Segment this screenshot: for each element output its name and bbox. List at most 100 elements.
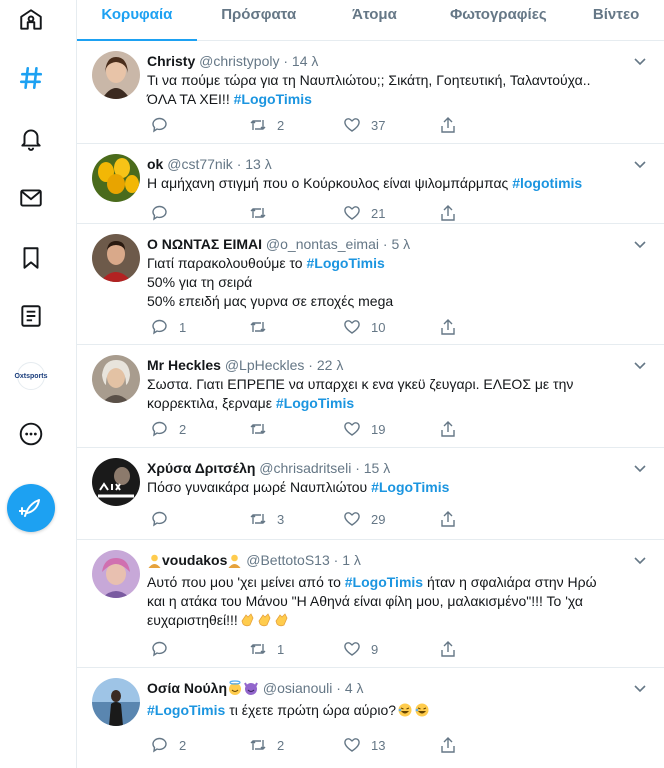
reply-button[interactable]: [151, 116, 179, 134]
chevron-down-icon[interactable]: [632, 156, 648, 172]
share-button[interactable]: [439, 736, 457, 754]
reply-button[interactable]: [151, 204, 179, 222]
avatar[interactable]: [92, 678, 140, 726]
tweet-time[interactable]: 13 λ: [245, 156, 271, 172]
tab-photos[interactable]: Φωτογραφίες: [428, 0, 568, 40]
share-button[interactable]: [439, 318, 457, 336]
avatar[interactable]: [92, 355, 140, 403]
tab-people[interactable]: Άτομα: [321, 0, 429, 40]
messages-button[interactable]: [11, 178, 51, 218]
share-button[interactable]: [439, 420, 457, 438]
avatar[interactable]: [92, 550, 140, 598]
reply-button[interactable]: [151, 510, 179, 528]
notifications-button[interactable]: [11, 118, 51, 158]
author-name[interactable]: Ο ΝΩΝΤΑΣ ΕΙΜΑΙ: [147, 236, 262, 252]
heart-icon: [344, 118, 360, 132]
retweet-button[interactable]: 3: [249, 510, 284, 528]
author-name[interactable]: ok: [147, 156, 163, 172]
profile-button[interactable]: Oxtsports: [11, 356, 51, 396]
chevron-down-icon[interactable]: [632, 552, 648, 568]
like-button[interactable]: 37: [343, 116, 385, 134]
retweet-button[interactable]: 1: [249, 640, 284, 658]
tab-top[interactable]: Κορυφαία: [77, 0, 197, 41]
share-button[interactable]: [439, 204, 457, 222]
home-button[interactable]: [11, 0, 51, 40]
tweet-actions: 3 29: [147, 503, 650, 535]
reply-button[interactable]: [151, 640, 179, 658]
laughing-face-icon: [397, 702, 413, 723]
lists-button[interactable]: [11, 296, 51, 336]
tweet-time[interactable]: 15 λ: [364, 460, 390, 476]
tweet-time[interactable]: 14 λ: [292, 53, 318, 69]
tweet[interactable]: Mr Heckles @LpHeckles · 22 λ Σωστα. Γιατ…: [77, 345, 664, 448]
reply-button[interactable]: 2: [151, 420, 186, 438]
heart-icon: [344, 512, 360, 526]
tweet-time[interactable]: 4 λ: [345, 680, 364, 696]
more-button[interactable]: [11, 414, 51, 454]
compose-tweet-button[interactable]: [7, 484, 55, 532]
like-button[interactable]: 21: [343, 204, 385, 222]
author-handle[interactable]: @o_nontas_eimai: [266, 236, 379, 252]
list-icon: [21, 305, 41, 327]
like-button[interactable]: 10: [343, 318, 385, 336]
chevron-down-icon[interactable]: [632, 236, 648, 252]
share-button[interactable]: [439, 510, 457, 528]
tweet[interactable]: ok @cst77nik · 13 λ Η αμήχανη στιγμή που…: [77, 144, 664, 224]
tweet[interactable]: Christy @christypoly · 14 λ Τι να πούμε …: [77, 41, 664, 144]
tab-latest[interactable]: Πρόσφατα: [197, 0, 321, 40]
tweet-time[interactable]: 22 λ: [317, 357, 343, 373]
reply-button[interactable]: 1: [151, 318, 186, 336]
tweet-time[interactable]: 5 λ: [391, 236, 410, 252]
hashtag-link[interactable]: #LogoTimis: [306, 255, 384, 271]
avatar[interactable]: [92, 458, 140, 506]
like-button[interactable]: 29: [343, 510, 385, 528]
tab-videos[interactable]: Βίντεο: [568, 0, 664, 40]
author-handle[interactable]: @christypoly: [199, 53, 279, 69]
hashtag-link[interactable]: #LogoTimis: [371, 479, 449, 495]
tweet[interactable]: Οσία Νούλη @osianouli · 4 λ #LogoTimis τ…: [77, 668, 664, 758]
chevron-down-icon[interactable]: [632, 460, 648, 476]
author-name[interactable]: Mr Heckles: [147, 357, 221, 373]
author-handle[interactable]: @cst77nik: [167, 156, 233, 172]
retweet-button[interactable]: [249, 318, 277, 336]
avatar[interactable]: [92, 234, 140, 282]
bookmarks-button[interactable]: [11, 238, 51, 278]
like-button[interactable]: 13: [343, 736, 385, 754]
tweet-time[interactable]: 1 λ: [342, 552, 361, 568]
reply-button[interactable]: 2: [151, 736, 186, 754]
author-handle[interactable]: @osianouli: [263, 680, 332, 696]
hashtag-link[interactable]: #LogoTimis: [147, 702, 225, 718]
explore-button[interactable]: [11, 58, 51, 98]
retweet-button[interactable]: [249, 420, 277, 438]
profile-avatar: Oxtsports: [14, 362, 48, 390]
hashtag-link[interactable]: #logotimis: [512, 175, 582, 191]
author-name[interactable]: Οσία Νούλη: [147, 680, 227, 696]
author-name[interactable]: Χρύσα Δριτσέλη: [147, 460, 255, 476]
hashtag-link[interactable]: #LogoTimis: [276, 395, 354, 411]
share-button[interactable]: [439, 116, 457, 134]
author-handle[interactable]: @LpHeckles: [225, 357, 305, 373]
hashtag-link[interactable]: #LogoTimis: [234, 91, 312, 107]
avatar[interactable]: [92, 154, 140, 202]
tweet[interactable]: voudakos @BettotoS13 · 1 λ Αυτό που μου …: [77, 540, 664, 668]
like-button[interactable]: 19: [343, 420, 385, 438]
chevron-down-icon[interactable]: [632, 53, 648, 69]
tweet-line: ευχαριστηθεί!!!: [147, 612, 238, 628]
chevron-down-icon[interactable]: [632, 680, 648, 696]
author-name[interactable]: voudakos: [162, 552, 227, 568]
hashtag-link[interactable]: #LogoTimis: [345, 574, 423, 590]
author-handle[interactable]: @chrisadritseli: [259, 460, 351, 476]
tweet[interactable]: Χρύσα Δριτσέλη @chrisadritseli · 15 λ Πό…: [77, 448, 664, 540]
author-name[interactable]: Christy: [147, 53, 195, 69]
chevron-down-icon[interactable]: [632, 357, 648, 373]
retweet-button[interactable]: [249, 204, 277, 222]
avatar[interactable]: [92, 51, 140, 99]
tweet[interactable]: Ο ΝΩΝΤΑΣ ΕΙΜΑΙ @o_nontas_eimai · 5 λ Για…: [77, 224, 664, 345]
author-handle[interactable]: @BettotoS13: [246, 552, 330, 568]
retweet-button[interactable]: 2: [249, 736, 284, 754]
share-button[interactable]: [439, 640, 457, 658]
like-button[interactable]: 9: [343, 640, 378, 658]
tweet-actions: 2 37: [147, 109, 650, 141]
retweet-button[interactable]: 2: [249, 116, 284, 134]
tweet-actions: 1 10: [147, 311, 650, 343]
